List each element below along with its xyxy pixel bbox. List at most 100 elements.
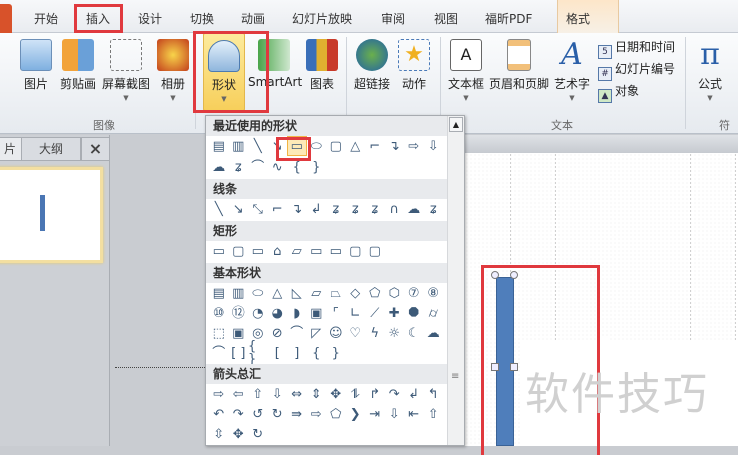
shape-item[interactable]: △: [346, 136, 366, 156]
tab-review[interactable]: 审阅: [381, 10, 405, 27]
shape-item[interactable]: ⇳: [209, 424, 229, 444]
shape-item[interactable]: ↴: [385, 136, 405, 156]
shape-item[interactable]: ↲: [307, 199, 327, 219]
chart-button[interactable]: 图表: [304, 33, 340, 121]
shape-item[interactable]: ▱: [307, 283, 327, 303]
shape-item[interactable]: ▭: [326, 241, 346, 261]
shape-item[interactable]: ▤: [209, 283, 229, 303]
shape-item[interactable]: ♡: [346, 323, 366, 343]
shape-item[interactable]: ⤡: [248, 199, 268, 219]
shape-item[interactable]: △: [268, 283, 288, 303]
shape-item[interactable]: ▢: [365, 241, 385, 261]
clipart-button[interactable]: 剪贴画: [58, 33, 98, 121]
wordart-button[interactable]: A 艺术字 ▼: [552, 33, 592, 121]
shape-item[interactable]: ❯: [346, 404, 366, 424]
shape-item[interactable]: ⑩: [209, 303, 229, 323]
gallery-scrollbar[interactable]: ▲ ≡: [447, 116, 464, 445]
shape-item[interactable]: ⇩: [424, 136, 444, 156]
resize-handle[interactable]: [510, 271, 518, 279]
shape-item[interactable]: ▥: [229, 283, 249, 303]
shape-item[interactable]: ✥: [229, 424, 249, 444]
tab-design[interactable]: 设计: [138, 10, 162, 27]
equation-button[interactable]: π 公式 ▼: [692, 33, 728, 121]
shape-item[interactable]: ↻: [268, 404, 288, 424]
shape-item[interactable]: ▭: [307, 241, 327, 261]
shape-item[interactable]: ✥: [326, 384, 346, 404]
shape-item[interactable]: ↷: [385, 384, 405, 404]
shape-item[interactable]: ↰: [424, 384, 444, 404]
shape-item[interactable]: ⇔: [287, 384, 307, 404]
shape-item[interactable]: ▢: [229, 241, 249, 261]
shape-item[interactable]: ↲: [404, 384, 424, 404]
shape-item[interactable]: ⌒: [248, 157, 268, 177]
shape-item[interactable]: ◔: [248, 303, 268, 323]
shape-item[interactable]: ⇨: [209, 384, 229, 404]
shape-item[interactable]: ◺: [287, 283, 307, 303]
shape-item[interactable]: ϟ: [365, 323, 385, 343]
shape-item[interactable]: ]: [287, 343, 307, 363]
shape-item[interactable]: ▤: [209, 136, 229, 156]
shape-item[interactable]: ◕: [268, 303, 288, 323]
tab-format[interactable]: 格式: [566, 10, 590, 27]
tab-slideshow[interactable]: 幻灯片放映: [292, 10, 352, 27]
shape-item[interactable]: ▢: [326, 136, 346, 156]
shape-item[interactable]: ↺: [248, 404, 268, 424]
shape-item[interactable]: ⇩: [385, 404, 405, 424]
shape-item[interactable]: ⌂: [268, 241, 288, 261]
tab-home[interactable]: 开始: [34, 10, 58, 27]
shape-item[interactable]: ⯃: [404, 303, 424, 323]
shape-item[interactable]: ʑ: [326, 199, 346, 219]
shape-item[interactable]: ▣: [229, 323, 249, 343]
shape-item[interactable]: ʑ: [229, 157, 249, 177]
shape-item[interactable]: ⇛: [287, 404, 307, 424]
shape-item[interactable]: ⇧: [424, 404, 444, 424]
resize-handle[interactable]: [510, 363, 518, 371]
shape-item[interactable]: ⬭: [248, 283, 268, 303]
shape-item[interactable]: ☁: [404, 199, 424, 219]
shape-item[interactable]: ʑ: [424, 199, 444, 219]
action-button[interactable]: ★ 动作: [396, 33, 432, 121]
shape-item[interactable]: ◗: [287, 303, 307, 323]
shape-item[interactable]: ⇨: [307, 404, 327, 424]
shape-item[interactable]: ⟋: [365, 303, 385, 323]
slide-thumbnail[interactable]: [0, 167, 103, 263]
shape-item[interactable]: ╲: [209, 199, 229, 219]
shape-item[interactable]: ⇥: [365, 404, 385, 424]
shape-item[interactable]: ⬠: [326, 404, 346, 424]
shape-item[interactable]: }: [326, 343, 346, 363]
shape-item[interactable]: ⬠: [365, 283, 385, 303]
shape-item[interactable]: ▣: [307, 303, 327, 323]
shape-item[interactable]: ʑ: [346, 199, 366, 219]
shape-item[interactable]: ⬡: [385, 283, 405, 303]
shape-item[interactable]: ⌐: [365, 136, 385, 156]
shape-item[interactable]: ☁: [209, 157, 229, 177]
tab-foxit-pdf[interactable]: 福昕PDF: [485, 10, 532, 27]
shape-item[interactable]: ☺: [326, 323, 346, 343]
shape-item[interactable]: ↻: [248, 424, 268, 444]
shape-item[interactable]: ▢: [346, 241, 366, 261]
shape-item[interactable]: ◇: [346, 283, 366, 303]
shape-item[interactable]: ⇩: [268, 384, 288, 404]
shape-item[interactable]: ↴: [287, 199, 307, 219]
shape-item[interactable]: ⬚: [209, 323, 229, 343]
shape-item[interactable]: ╲: [248, 136, 268, 156]
shape-item[interactable]: [ ]: [229, 343, 249, 363]
close-panel-button[interactable]: ×: [81, 137, 110, 161]
scroll-up-button[interactable]: ▲: [449, 117, 463, 132]
shape-item[interactable]: ☼: [385, 323, 405, 343]
screenshot-button[interactable]: 屏幕截图 ▼: [100, 33, 152, 121]
shape-item[interactable]: ⑧: [424, 283, 444, 303]
date-time-button[interactable]: 5 日期和时间: [598, 38, 675, 59]
slide-number-button[interactable]: # 幻灯片编号: [598, 60, 675, 81]
shape-item[interactable]: ⥮: [346, 384, 366, 404]
shape-item[interactable]: ☁: [424, 323, 444, 343]
shape-item[interactable]: ↶: [209, 404, 229, 424]
shape-item[interactable]: ʑ: [365, 199, 385, 219]
shape-item[interactable]: ⇨: [404, 136, 424, 156]
shape-item[interactable]: ↱: [365, 384, 385, 404]
drawn-rectangle[interactable]: [496, 277, 514, 446]
shape-item[interactable]: {: [307, 343, 327, 363]
shape-item[interactable]: ⌜: [326, 303, 346, 323]
shape-item[interactable]: [: [268, 343, 288, 363]
shape-item[interactable]: ⑦: [404, 283, 424, 303]
